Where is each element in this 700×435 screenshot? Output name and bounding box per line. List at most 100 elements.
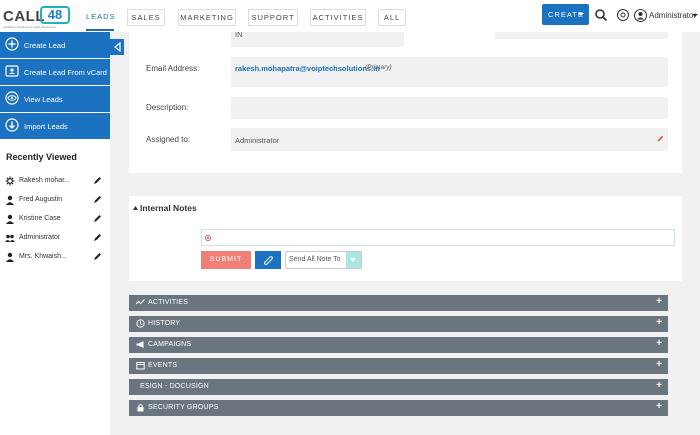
paperclip-icon	[264, 256, 273, 265]
pencil-icon[interactable]	[657, 135, 664, 142]
create-button[interactable]: CREATE	[542, 4, 589, 25]
email-label: Email Address:	[146, 64, 200, 73]
nav-tab-support[interactable]: SUPPORT	[248, 9, 298, 26]
expand-plus-icon[interactable]: +	[656, 296, 662, 307]
description-label: Description:	[146, 103, 189, 112]
call48-logo[interactable]: CALL 48 Intelligent Solutions for Next G…	[3, 6, 71, 29]
subpanel-history[interactable]: HISTORY +	[129, 316, 668, 332]
megaphone-icon	[136, 341, 144, 348]
sidebar-action-create-lead[interactable]: Create Lead	[0, 32, 110, 58]
field-box: IN	[231, 30, 404, 47]
expand-plus-icon[interactable]: +	[656, 338, 662, 349]
recent-item[interactable]: Fred Augustin	[5, 194, 105, 208]
pencil-icon[interactable]	[93, 252, 102, 261]
field-value-fragment: IN	[235, 30, 243, 39]
person-icon	[6, 195, 14, 205]
expand-plus-icon[interactable]: +	[656, 380, 662, 391]
sidebar-action-label: View Leads	[24, 95, 63, 104]
pencil-icon[interactable]	[93, 176, 102, 185]
field-box	[495, 32, 668, 39]
recently-viewed-title: Recently Viewed	[6, 152, 77, 162]
subpanel-security-groups[interactable]: SECURITY GROUPS +	[129, 400, 668, 416]
sidebar: Create Lead Create Lead From vCard View …	[0, 32, 110, 435]
assigned-to-field-box: Administrator	[231, 128, 668, 151]
sidebar-action-label: Create Lead From vCard	[24, 68, 107, 77]
subpanel-label: HISTORY	[148, 320, 181, 327]
recent-item[interactable]: Administrator	[5, 232, 105, 246]
send-note-to-value: Send All Note To	[289, 256, 341, 263]
assigned-to-value: Administrator	[235, 136, 280, 145]
eye-icon	[5, 91, 19, 105]
logo-call-text: CALL	[3, 8, 45, 25]
collapse-arrow-icon	[114, 42, 121, 52]
vcard-icon	[5, 65, 19, 77]
internal-note-input[interactable]	[201, 229, 675, 246]
sidebar-collapse-button[interactable]	[110, 39, 124, 55]
user-avatar-icon	[634, 9, 647, 22]
subpanel-campaigns[interactable]: CAMPAIGNS +	[129, 337, 668, 353]
recent-item-label: Fred Augustin	[19, 196, 63, 203]
description-field-box	[231, 97, 668, 119]
at-icon	[205, 235, 211, 241]
recent-item-label: Rakesh mohar...	[19, 177, 70, 184]
chevron-down-icon[interactable]	[346, 252, 361, 268]
calendar-icon	[136, 362, 145, 370]
email-link[interactable]: rakesh.mohapatra@voiptechsolutions.in	[235, 64, 380, 73]
expand-plus-icon[interactable]: +	[656, 401, 662, 412]
subpanel-activities[interactable]: ACTIVITIES +	[129, 295, 668, 311]
nav-tab-all[interactable]: ALL	[378, 9, 406, 26]
subpanel-label: SECURITY GROUPS	[148, 404, 219, 411]
activity-icon	[136, 299, 145, 305]
person-icon	[6, 214, 14, 224]
recent-item-label: Kristine Case	[19, 215, 61, 222]
recent-item[interactable]: Mrs. Khwaish...	[5, 251, 105, 265]
nav-tab-sales[interactable]: SALES	[127, 9, 165, 26]
send-note-to-select[interactable]: Send All Note To	[285, 251, 362, 269]
subpanel-label: CAMPAIGNS	[148, 341, 192, 348]
sidebar-action-view-leads[interactable]: View Leads	[0, 86, 110, 112]
subpanel-label: ACTIVITIES	[148, 299, 189, 306]
nav-tab-leads[interactable]: LEADS	[86, 9, 115, 31]
download-icon	[5, 118, 19, 132]
attach-button[interactable]	[255, 251, 281, 269]
subpanel-label: EVENTS	[148, 362, 178, 369]
subpanel-esign-docusign[interactable]: ESIGN - DOCUSIGN +	[129, 379, 668, 395]
nav-tab-activities[interactable]: ACTIVITIES	[310, 9, 366, 26]
chevron-down-icon	[692, 14, 698, 17]
assigned-to-label: Assigned to:	[146, 135, 191, 144]
internal-notes-title[interactable]: Internal Notes	[140, 203, 197, 213]
sidebar-action-label: Import Leads	[24, 122, 68, 131]
recent-item-label: Mrs. Khwaish...	[19, 253, 67, 260]
user-name: Administrator	[649, 11, 697, 20]
notification-icon[interactable]	[616, 8, 630, 22]
group-icon	[5, 234, 15, 242]
submit-button[interactable]: SUBMIT	[201, 251, 251, 269]
lock-icon	[137, 404, 144, 412]
pencil-icon[interactable]	[93, 214, 102, 223]
expand-plus-icon[interactable]: +	[656, 317, 662, 328]
chevron-down-icon	[578, 13, 584, 16]
sidebar-action-import-leads[interactable]: Import Leads	[0, 113, 110, 139]
logo-tagline: Intelligent Solutions for Next Generatio…	[3, 25, 57, 29]
subpanel-label: ESIGN - DOCUSIGN	[140, 383, 209, 390]
pencil-icon[interactable]	[93, 233, 102, 242]
logo-48-text: 48	[40, 6, 70, 24]
expand-plus-icon[interactable]: +	[656, 359, 662, 370]
sidebar-action-label: Create Lead	[24, 41, 66, 50]
pencil-icon[interactable]	[93, 195, 102, 204]
search-icon[interactable]	[594, 8, 608, 22]
chevron-up-icon[interactable]	[133, 206, 138, 210]
email-primary-tag: (Primary)	[365, 64, 392, 71]
person-icon	[6, 252, 14, 262]
recent-item[interactable]: Kristine Case	[5, 213, 105, 227]
subpanel-events[interactable]: EVENTS +	[129, 358, 668, 374]
plus-circle-icon	[5, 37, 19, 51]
top-navigation-bar: CALL 48 Intelligent Solutions for Next G…	[0, 0, 700, 32]
sidebar-action-create-lead-vcard[interactable]: Create Lead From vCard	[0, 59, 110, 85]
gear-icon	[5, 176, 15, 186]
recent-item[interactable]: Rakesh mohar...	[5, 175, 105, 189]
nav-tab-marketing[interactable]: MARKETING	[178, 9, 236, 26]
recent-item-label: Administrator	[19, 234, 61, 241]
email-field-box: rakesh.mohapatra@voiptechsolutions.in (P…	[231, 57, 668, 87]
history-icon	[136, 319, 145, 328]
